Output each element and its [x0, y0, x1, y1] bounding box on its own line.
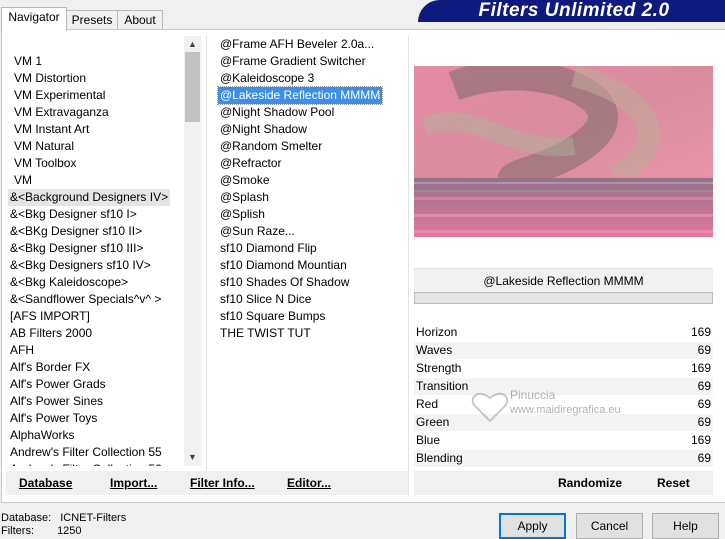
progress-bar: [414, 292, 713, 304]
category-item[interactable]: VM Extravaganza: [12, 104, 111, 121]
filter-item[interactable]: @Lakeside Reflection MMMM: [216, 86, 384, 105]
param-value: 69: [697, 397, 711, 411]
status-filters: Filters: 1250: [1, 525, 82, 537]
filter-item[interactable]: sf10 Diamond Flip: [218, 240, 319, 257]
status-database-value: ICNET-Filters: [60, 512, 127, 524]
param-name: Horizon: [416, 325, 458, 339]
randomize-button[interactable]: Randomize: [558, 473, 622, 493]
preview-image: [414, 66, 713, 237]
status-filters-value: 1250: [57, 525, 82, 537]
category-scrollbar[interactable]: ▲ ▼: [184, 36, 201, 466]
watermark-url: www.maidiregrafica.eu: [510, 404, 621, 416]
param-row[interactable]: Strength 169: [414, 360, 713, 377]
filter-name-label: @Lakeside Reflection MMMM: [414, 268, 713, 293]
category-item[interactable]: &<Bkg Kaleidoscope>: [8, 274, 130, 291]
category-item[interactable]: VM Toolbox: [12, 155, 78, 172]
param-value: 169: [690, 325, 711, 339]
tab-presets[interactable]: Presets: [66, 10, 118, 30]
left-button-bar: Database Import... Filter Info... Editor…: [6, 471, 408, 495]
filter-item[interactable]: sf10 Shades Of Shadow: [218, 274, 351, 291]
watermark-name: Pinuccia: [510, 388, 556, 402]
category-item[interactable]: &<Bkg Designer sf10 I>: [8, 206, 139, 223]
category-item[interactable]: Alf's Border FX: [8, 359, 92, 376]
filter-item[interactable]: @Splash: [218, 189, 271, 206]
filter-item[interactable]: THE TWIST TUT: [218, 325, 313, 342]
category-item[interactable]: VM Distortion: [12, 70, 88, 87]
param-row[interactable]: Horizon 169: [414, 324, 713, 341]
category-item[interactable]: [AFS IMPORT]: [8, 308, 92, 325]
reset-button[interactable]: Reset: [657, 473, 690, 493]
category-item[interactable]: VM Natural: [12, 138, 76, 155]
category-item[interactable]: Alf's Power Toys: [8, 410, 99, 427]
category-list[interactable]: VM 1 VM Distortion VM Experimental VM Extra…: [8, 36, 184, 466]
category-item[interactable]: &<Bkg Designers sf10 IV>: [8, 257, 153, 274]
scroll-down-arrow-icon[interactable]: ▼: [186, 451, 199, 464]
right-button-bar: Randomize Reset: [414, 471, 713, 495]
filter-item[interactable]: @Smoke: [218, 172, 272, 189]
param-name: Waves: [416, 343, 453, 357]
app-title-banner: Filters Unlimited 2.0: [418, 0, 725, 22]
filter-item[interactable]: @Kaleidoscope 3: [218, 70, 316, 87]
param-name: Strength: [416, 361, 462, 375]
watermark: Pinuccia www.maidiregrafica.eu: [470, 386, 670, 436]
heart-logo-icon: [471, 392, 509, 423]
filter-item[interactable]: sf10 Slice N Dice: [218, 291, 313, 308]
filter-item[interactable]: @Splish: [218, 206, 267, 223]
param-name: Red: [416, 397, 439, 411]
param-row[interactable]: Blending 69: [414, 450, 713, 467]
status-database-label: Database:: [1, 512, 52, 524]
param-value: 69: [697, 343, 711, 357]
param-name: Blending: [416, 451, 463, 465]
filter-info-button[interactable]: Filter Info...: [190, 473, 255, 493]
category-item[interactable]: VM Experimental: [12, 87, 107, 104]
category-item[interactable]: VM Instant Art: [12, 121, 91, 138]
filter-item[interactable]: @Frame AFH Beveler 2.0a...: [218, 36, 376, 53]
param-value: 69: [697, 379, 711, 393]
tab-about[interactable]: About: [117, 10, 163, 30]
category-item[interactable]: &<Bkg Designer sf10 III>: [8, 240, 145, 257]
param-name: Blue: [416, 433, 441, 447]
editor-button[interactable]: Editor...: [287, 473, 331, 493]
status-database: Database: ICNET-Filters: [1, 512, 126, 524]
filter-item[interactable]: @Sun Raze...: [218, 223, 297, 240]
category-item[interactable]: AB Filters 2000: [8, 325, 94, 342]
filter-item[interactable]: @Night Shadow: [218, 121, 309, 138]
filter-item[interactable]: @Random Smelter: [218, 138, 324, 155]
category-item[interactable]: VM 1: [12, 53, 44, 70]
category-item[interactable]: Andrew's Filter Collection 56: [8, 461, 164, 466]
filter-item[interactable]: @Frame Gradient Switcher: [218, 53, 368, 70]
param-value: 169: [690, 433, 711, 447]
category-item[interactable]: VM: [12, 172, 34, 189]
help-button[interactable]: Help: [652, 513, 719, 539]
category-item[interactable]: Andrew's Filter Collection 55: [8, 444, 164, 461]
category-item[interactable]: AlphaWorks: [8, 427, 76, 444]
list-divider: [206, 36, 207, 496]
import-button[interactable]: Import...: [110, 473, 157, 493]
filter-item[interactable]: sf10 Square Bumps: [218, 308, 327, 325]
apply-button[interactable]: Apply: [499, 513, 566, 539]
tab-navigator[interactable]: Navigator: [1, 7, 67, 31]
database-button[interactable]: Database: [19, 473, 72, 493]
status-filters-label: Filters:: [1, 525, 34, 537]
panel-divider: [408, 36, 409, 496]
category-item[interactable]: Alf's Power Grads: [8, 376, 108, 393]
scroll-thumb[interactable]: [185, 52, 200, 122]
param-value: 69: [697, 415, 711, 429]
scroll-up-arrow-icon[interactable]: ▲: [186, 38, 199, 51]
filter-item[interactable]: @Night Shadow Pool: [218, 104, 336, 121]
param-value: 69: [697, 451, 711, 465]
param-row[interactable]: Waves 69: [414, 342, 713, 359]
category-item[interactable]: &<BKg Designer sf10 II>: [8, 223, 144, 240]
param-name: Green: [416, 415, 450, 429]
cancel-button[interactable]: Cancel: [576, 513, 643, 539]
param-value: 169: [690, 361, 711, 375]
filter-list[interactable]: @Frame AFH Beveler 2.0a... @Frame Gradien…: [216, 36, 406, 340]
filter-item[interactable]: sf10 Diamond Mountian: [218, 257, 349, 274]
param-name: Transition: [416, 379, 469, 393]
category-item[interactable]: Alf's Power Sines: [8, 393, 105, 410]
filter-item[interactable]: @Refractor: [218, 155, 284, 172]
category-item[interactable]: &<Background Designers IV>: [8, 189, 171, 206]
category-item[interactable]: &<Sandflower Specials^v^ >: [8, 291, 163, 308]
category-item[interactable]: AFH: [8, 342, 36, 359]
